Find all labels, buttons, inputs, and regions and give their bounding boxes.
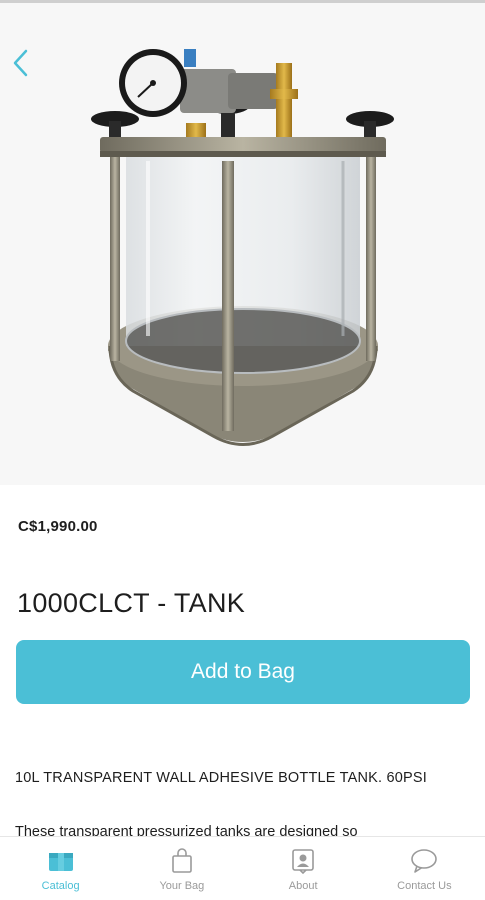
- pressure-tank-image: [91, 49, 394, 446]
- tab-contact-us[interactable]: Contact Us: [364, 837, 485, 900]
- tab-your-bag-label: Your Bag: [159, 880, 205, 892]
- chat-bubble-icon: [409, 847, 439, 875]
- product-image-area: [0, 3, 485, 485]
- tab-catalog-label: Catalog: [41, 880, 80, 892]
- description-heading: 10L TRANSPARENT WALL ADHESIVE BOTTLE TAN…: [15, 770, 427, 786]
- tab-about-label: About: [288, 880, 318, 892]
- back-button[interactable]: [6, 45, 36, 81]
- tab-your-bag[interactable]: Your Bag: [121, 837, 242, 900]
- product-title: 1000CLCT - TANK: [17, 588, 246, 618]
- bottom-tab-bar: Catalog Your Bag About Contact Us: [0, 836, 485, 900]
- tab-catalog[interactable]: Catalog: [0, 837, 121, 900]
- product-price: C$1,990.00: [18, 518, 98, 535]
- tab-contact-us-label: Contact Us: [397, 880, 452, 892]
- tab-about[interactable]: About: [243, 837, 364, 900]
- add-to-bag-button[interactable]: Add to Bag: [16, 640, 470, 704]
- chevron-left-icon: [13, 49, 28, 77]
- catalog-icon: [46, 847, 76, 875]
- about-icon: [288, 847, 318, 875]
- bag-icon: [167, 847, 197, 875]
